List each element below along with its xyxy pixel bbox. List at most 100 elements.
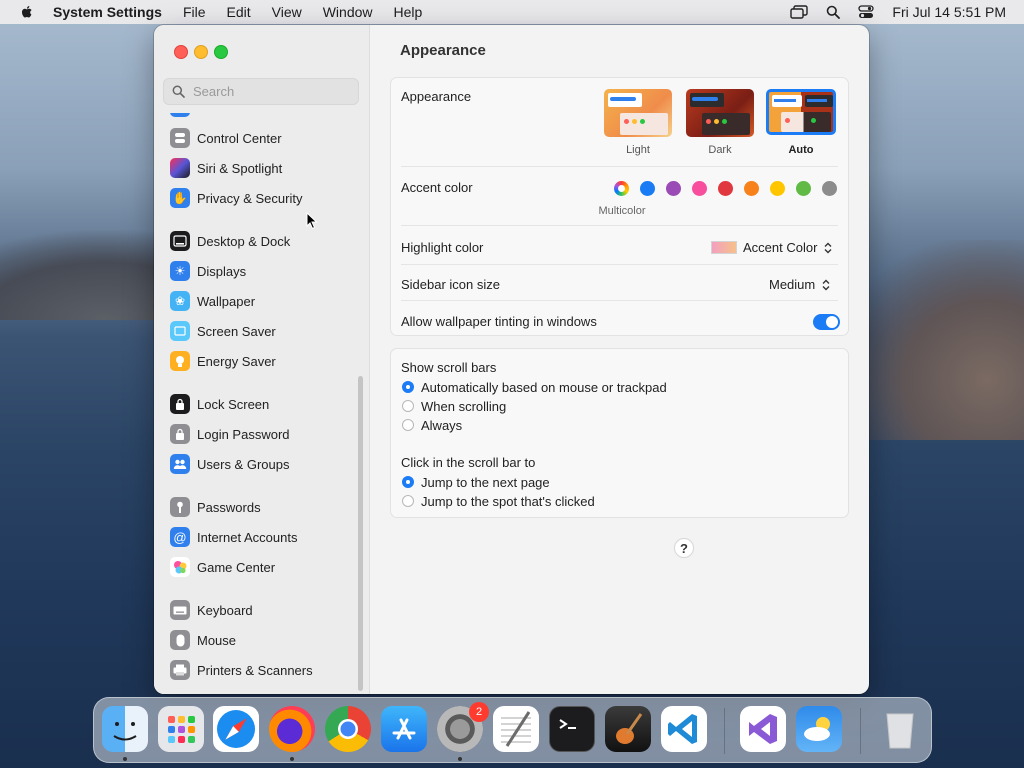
running-indicator <box>290 757 294 761</box>
menu-help[interactable]: Help <box>394 4 423 20</box>
accent-yellow-swatch[interactable] <box>770 181 785 196</box>
terminal-icon[interactable] <box>549 706 595 752</box>
textedit-icon[interactable] <box>493 706 539 752</box>
divider <box>401 166 838 167</box>
sidebar-item-label: Control Center <box>197 130 282 146</box>
sidebar-item-lock-screen[interactable]: Lock Screen <box>170 391 269 417</box>
launchpad-icon[interactable] <box>158 706 204 752</box>
screen-saver-icon <box>170 321 190 341</box>
menu-file[interactable]: File <box>183 4 206 20</box>
safari-icon[interactable] <box>213 706 259 752</box>
sun-icon: ☀ <box>170 261 190 281</box>
menu-app-name[interactable]: System Settings <box>53 4 162 20</box>
accent-color-label: Accent color <box>401 180 473 195</box>
sidebar-item-internet-accounts[interactable]: @ Internet Accounts <box>170 524 297 550</box>
sidebar-scrollbar[interactable] <box>358 376 363 691</box>
sidebar-item-label: Wallpaper <box>197 293 256 309</box>
sidebar-item-control-center[interactable]: Control Center <box>170 125 282 151</box>
screen-mirroring-icon[interactable] <box>790 5 809 19</box>
keyboard-icon <box>170 600 190 620</box>
sidebar-icon-size-popup[interactable]: Medium <box>769 277 831 292</box>
apple-icon[interactable] <box>19 4 35 20</box>
menu-view[interactable]: View <box>272 4 302 20</box>
accent-red-swatch[interactable] <box>718 181 733 196</box>
accent-blue-swatch[interactable] <box>640 181 655 196</box>
click-next-page-radio[interactable] <box>402 476 414 488</box>
menu-window[interactable]: Window <box>323 4 373 20</box>
garageband-icon[interactable] <box>605 706 651 752</box>
divider <box>401 264 838 265</box>
click-spot-radio[interactable] <box>402 495 414 507</box>
sidebar-item-label: Login Password <box>197 426 290 442</box>
appearance-auto-label: Auto <box>788 144 814 156</box>
sidebar-item-screen-saver[interactable]: Screen Saver <box>170 318 276 344</box>
running-indicator <box>458 757 462 761</box>
accent-green-swatch[interactable] <box>796 181 811 196</box>
dock: 2 <box>93 697 932 763</box>
scroll-bars-automatic-radio[interactable] <box>402 381 414 393</box>
accent-pink-swatch[interactable] <box>692 181 707 196</box>
chrome-icon[interactable] <box>325 706 371 752</box>
vscode-icon[interactable] <box>661 706 707 752</box>
spotlight-search-icon[interactable] <box>826 5 841 19</box>
sidebar-item-label: Privacy & Security <box>197 190 303 206</box>
sidebar-item-mouse[interactable]: Mouse <box>170 627 236 653</box>
appearance-option-light[interactable] <box>604 89 672 137</box>
trash-icon[interactable] <box>877 706 923 752</box>
menu-clock[interactable]: Fri Jul 14 5:51 PM <box>892 4 1006 20</box>
accent-multicolor-swatch[interactable] <box>614 181 629 196</box>
menu-edit[interactable]: Edit <box>227 4 251 20</box>
search-field[interactable] <box>163 78 359 105</box>
menu-bar: System Settings File Edit View Window He… <box>0 0 1024 24</box>
accent-orange-swatch[interactable] <box>744 181 759 196</box>
control-center-toggle-icon[interactable] <box>858 5 875 19</box>
search-icon <box>172 85 185 98</box>
help-button[interactable]: ? <box>674 538 694 558</box>
sidebar-item-wallpaper[interactable]: ❀ Wallpaper <box>170 288 255 314</box>
sidebar-item-displays[interactable]: ☀ Displays <box>170 258 246 284</box>
sidebar-item-label: Passwords <box>197 499 261 515</box>
click-scroll-bar-label: Click in the scroll bar to <box>401 455 536 470</box>
sidebar-item-desktop-dock[interactable]: Desktop & Dock <box>170 228 290 254</box>
scroll-bars-when-scrolling-label: When scrolling <box>421 399 507 414</box>
users-icon <box>170 454 190 474</box>
visual-studio-icon[interactable] <box>740 706 786 752</box>
highlight-color-popup[interactable]: Accent Color <box>711 240 833 255</box>
accent-purple-swatch[interactable] <box>666 181 681 196</box>
dock-separator <box>724 708 725 754</box>
zoom-button[interactable] <box>214 45 228 59</box>
sidebar-item-label: Lock Screen <box>197 396 270 412</box>
firefox-icon[interactable] <box>269 706 315 752</box>
sidebar-item-label: Siri & Spotlight <box>197 160 283 176</box>
sidebar-item-users-groups[interactable]: Users & Groups <box>170 451 289 477</box>
sidebar-item-label: Desktop & Dock <box>197 233 291 249</box>
app-store-icon[interactable] <box>381 706 427 752</box>
search-input[interactable] <box>191 83 345 100</box>
sidebar-item-passwords[interactable]: Passwords <box>170 494 261 520</box>
sidebar-item-label: Screen Saver <box>197 323 276 339</box>
sidebar-item-label: Mouse <box>197 632 237 648</box>
sidebar-item-printers-scanners[interactable]: Printers & Scanners <box>170 657 313 683</box>
sidebar-item-game-center[interactable]: Game Center <box>170 554 275 580</box>
sidebar-item-privacy-security[interactable]: ✋ Privacy & Security <box>170 185 302 211</box>
appearance-option-auto[interactable] <box>766 89 836 135</box>
accent-graphite-swatch[interactable] <box>822 181 837 196</box>
scroll-bars-always-radio[interactable] <box>402 419 414 431</box>
wallpaper-tinting-toggle[interactable] <box>813 314 840 330</box>
sidebar-item-energy-saver[interactable]: Energy Saver <box>170 348 276 374</box>
weather-icon[interactable] <box>796 706 842 752</box>
partial-sidebar-item-icon <box>170 113 190 117</box>
running-indicator <box>123 757 127 761</box>
sidebar-item-keyboard[interactable]: Keyboard <box>170 597 253 623</box>
close-button[interactable] <box>174 45 188 59</box>
sidebar-item-label: Displays <box>197 263 247 279</box>
sidebar-item-siri-spotlight[interactable]: Siri & Spotlight <box>170 155 282 181</box>
show-scroll-bars-label: Show scroll bars <box>401 360 497 375</box>
sidebar-item-login-password[interactable]: Login Password <box>170 421 290 447</box>
minimize-button[interactable] <box>194 45 208 59</box>
lock-icon <box>170 394 190 414</box>
appearance-option-dark[interactable] <box>686 89 754 137</box>
sidebar-list: Control Center Siri & Spotlight ✋ Privac… <box>154 113 360 688</box>
scroll-bars-when-scrolling-radio[interactable] <box>402 400 414 412</box>
finder-icon[interactable] <box>102 706 148 752</box>
